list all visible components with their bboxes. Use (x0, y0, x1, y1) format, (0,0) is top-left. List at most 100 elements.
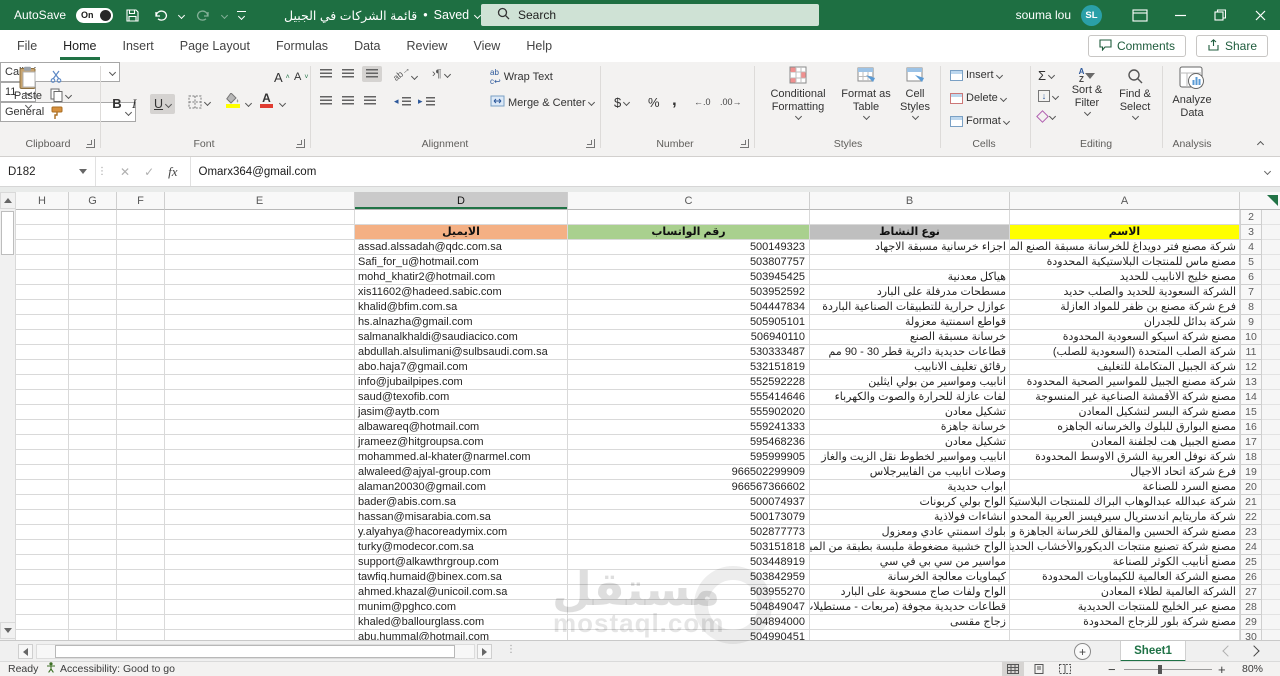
cell-C29[interactable]: 504894000 (568, 615, 810, 630)
decrease-font-icon[interactable]: A ˅ (294, 71, 308, 83)
cell-C19[interactable]: 966502299909 (568, 465, 810, 480)
cell-B20[interactable]: ابواب حديدية (810, 480, 1010, 495)
cell-C8[interactable]: 504447834 (568, 300, 810, 315)
customize-toolbar-icon[interactable] (237, 11, 247, 21)
autosave-toggle[interactable]: On (76, 7, 114, 23)
enter-icon[interactable]: ✓ (144, 165, 154, 179)
cell-E18[interactable] (165, 450, 355, 465)
cell-E27[interactable] (165, 585, 355, 600)
cell-E13[interactable] (165, 375, 355, 390)
borders-icon[interactable] (188, 95, 212, 109)
cell-H20[interactable] (16, 480, 69, 495)
cell-H24[interactable] (16, 540, 69, 555)
row-header-17[interactable]: 17 (1240, 435, 1262, 450)
cell-H6[interactable] (16, 270, 69, 285)
column-header-F[interactable]: F (117, 192, 165, 210)
collapse-ribbon-icon[interactable] (1256, 140, 1265, 149)
cell-H14[interactable] (16, 390, 69, 405)
underline-button[interactable]: U (150, 94, 176, 114)
cell-C14[interactable]: 555414646 (568, 390, 810, 405)
cell-E5[interactable] (165, 255, 355, 270)
row-header-28[interactable]: 28 (1240, 600, 1262, 615)
cell-B30[interactable] (810, 630, 1010, 640)
normal-view-icon[interactable] (1002, 662, 1024, 676)
cell-A25[interactable]: مصنع أنابيب الكوثر للصناعة (1010, 555, 1240, 570)
cell-H22[interactable] (16, 510, 69, 525)
cell-G29[interactable] (69, 615, 117, 630)
cell-G28[interactable] (69, 600, 117, 615)
cell-A20[interactable]: مصنع السرد للصناعة (1010, 480, 1240, 495)
cell-H10[interactable] (16, 330, 69, 345)
cell-B4[interactable]: اجزاء خرسانية مسبقة الاجهاد (810, 240, 1010, 255)
cell-F3[interactable] (117, 225, 165, 240)
decrease-indent-icon[interactable]: ◂ (394, 96, 411, 107)
cell-D18[interactable]: mohammed.al-khater@narmel.com (355, 450, 568, 465)
cell-H27[interactable] (16, 585, 69, 600)
cell-F29[interactable] (117, 615, 165, 630)
page-break-view-icon[interactable] (1054, 662, 1076, 676)
cell-E24[interactable] (165, 540, 355, 555)
row-header-26[interactable]: 26 (1240, 570, 1262, 585)
cell-F8[interactable] (117, 300, 165, 315)
cell-A24[interactable]: مصنع شركة تصنيع منتجات الديكوروالأخشاب ا… (1010, 540, 1240, 555)
increase-decimal-icon[interactable]: ←.0 (694, 97, 711, 107)
cell-F24[interactable] (117, 540, 165, 555)
cell-H11[interactable] (16, 345, 69, 360)
find-select-button[interactable]: Find & Select (1112, 68, 1158, 121)
cell-G22[interactable] (69, 510, 117, 525)
zoom-level[interactable]: 80% (1242, 662, 1263, 676)
cell-H30[interactable] (16, 630, 69, 640)
cell-B15[interactable]: تشكيل معادن (810, 405, 1010, 420)
hscroll-right-icon[interactable] (477, 644, 492, 659)
cell-G25[interactable] (69, 555, 117, 570)
search-input[interactable]: Search (481, 4, 819, 26)
cell-C27[interactable]: 503955270 (568, 585, 810, 600)
cell-A14[interactable]: مصنع شركة الأقمشة الصناعية غير المنسوجة (1010, 390, 1240, 405)
cell-C15[interactable]: 555902020 (568, 405, 810, 420)
cell-H16[interactable] (16, 420, 69, 435)
cell-D10[interactable]: salmanalkhaldi@saudiacico.com (355, 330, 568, 345)
cell-H23[interactable] (16, 525, 69, 540)
formula-input[interactable]: Omarx364@gmail.com (191, 157, 1265, 186)
cell-B28[interactable]: قطاعات حديدية مجوفة (مربعات - مستطيلات) (810, 600, 1010, 615)
prev-sheet-icon[interactable] (1222, 645, 1234, 657)
cell-F18[interactable] (117, 450, 165, 465)
cell-H19[interactable] (16, 465, 69, 480)
cell-H2[interactable] (16, 210, 69, 225)
cell-G19[interactable] (69, 465, 117, 480)
cell-C21[interactable]: 500074937 (568, 495, 810, 510)
cell-A12[interactable]: شركة الجبيل المتكاملة للتغليف (1010, 360, 1240, 375)
cell-A27[interactable]: الشركة العالمية لطلاء المعادن (1010, 585, 1240, 600)
cell-D3[interactable]: الايميل (355, 225, 568, 240)
row-header-25[interactable]: 25 (1240, 555, 1262, 570)
cell-A6[interactable]: مصنع خليج الانابيب للحديد (1010, 270, 1240, 285)
cell-G4[interactable] (69, 240, 117, 255)
row-header-20[interactable]: 20 (1240, 480, 1262, 495)
cell-F26[interactable] (117, 570, 165, 585)
cell-H26[interactable] (16, 570, 69, 585)
row-header-16[interactable]: 16 (1240, 420, 1262, 435)
format-as-table-button[interactable]: Format as Table (840, 66, 892, 121)
cell-H3[interactable] (16, 225, 69, 240)
ribbon-display-options-icon[interactable] (1120, 0, 1160, 30)
cell-B10[interactable]: خرسانة مسبقة الصنع (810, 330, 1010, 345)
cell-D21[interactable]: bader@abis.com.sa (355, 495, 568, 510)
cell-B27[interactable]: الواح ولفات صاج مسحوبة على البارد (810, 585, 1010, 600)
cell-D11[interactable]: abdullah.alsulimani@sulbsaudi.com.sa (355, 345, 568, 360)
cell-G9[interactable] (69, 315, 117, 330)
tab-formulas[interactable]: Formulas (263, 30, 341, 62)
close-button[interactable] (1240, 0, 1280, 30)
cell-G3[interactable] (69, 225, 117, 240)
row-header-22[interactable]: 22 (1240, 510, 1262, 525)
cell-H9[interactable] (16, 315, 69, 330)
row-header-4[interactable]: 4 (1240, 240, 1262, 255)
horizontal-scrollbar[interactable] (36, 644, 475, 659)
cell-G2[interactable] (69, 210, 117, 225)
cell-G6[interactable] (69, 270, 117, 285)
cell-D27[interactable]: ahmed.khazal@unicoil.com.sa (355, 585, 568, 600)
cell-H4[interactable] (16, 240, 69, 255)
cell-B24[interactable]: الواح خشبية مضغوطة ملبسة بطبقة من الميلا… (810, 540, 1010, 555)
expand-formula-bar-icon[interactable] (1263, 157, 1280, 186)
column-header-C[interactable]: C (568, 192, 810, 210)
cell-D26[interactable]: tawfiq.humaid@binex.com.sa (355, 570, 568, 585)
